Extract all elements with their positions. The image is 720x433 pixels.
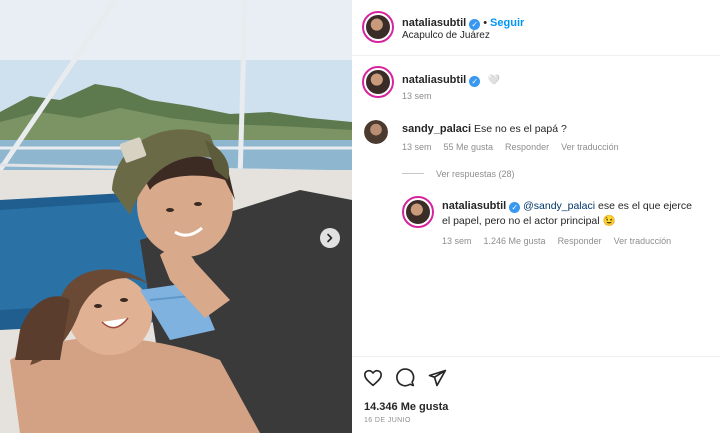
header-name-row: nataliasubtil ✓ • Seguir [402,13,524,31]
caption-avatar[interactable] [362,66,394,98]
caption-text: 🤍 [487,75,501,86]
comment-time: 13 sem [402,142,432,152]
verified-badge-icon: ✓ [469,19,481,30]
post-photo[interactable] [0,0,352,433]
reply-text-part-2: el papel, pero no el actor principal 😉 [442,215,616,227]
reply-username[interactable]: nataliasubtil [442,200,506,212]
reply-text-part-1: ese es el que ejerce [595,200,692,212]
follow-button[interactable]: Seguir [490,17,524,29]
comment-text: Ese no es el papá ? [474,123,567,135]
reply-avatar[interactable] [402,196,434,228]
reply-meta: 13 sem 1.246 Me gusta Responder Ver traducc… [442,236,683,246]
verified-badge-icon: ✓ [509,202,521,213]
comment-line: sandy_palaci Ese no es el papá ? [402,123,567,135]
caption-username[interactable]: nataliasubtil [402,74,466,86]
verified-badge-icon: ✓ [469,76,481,87]
reply-mention-link[interactable]: @sandy_palaci [523,200,595,212]
author-username[interactable]: nataliasubtil [402,17,466,29]
comment-reply-button[interactable]: Responder [505,142,549,152]
author-avatar[interactable] [362,11,394,43]
separator-dot: • [483,17,488,29]
photo-illustration [0,0,352,433]
post-date: 16 DE JUNIO [364,417,411,424]
reply-reply-button[interactable]: Responder [558,236,602,246]
comment-meta: 13 sem 55 Me gusta Responder Ver traducción [402,142,631,152]
post-location[interactable]: Acapulco de Juárez [402,30,490,41]
commenter-avatar[interactable] [364,120,388,144]
reply-text-block: nataliasubtil ✓ @sandy_palaci ese es el q… [442,199,692,229]
view-replies-button[interactable]: Ver respuestas (28) [436,169,515,179]
caption-time: 13 sem [402,91,432,101]
replies-divider [402,173,424,174]
next-photo-button[interactable] [320,228,340,248]
avatar-image [366,15,390,39]
avatar-image [366,70,390,94]
reply-line-1: nataliasubtil ✓ @sandy_palaci ese es el q… [442,199,692,214]
caption-row: nataliasubtil ✓ 🤍 [402,70,500,88]
chevron-right-icon [327,233,333,243]
post-panel: nataliasubtil ✓ • Seguir Acapulco de Juárez… [352,0,720,433]
reply-time: 13 sem [442,236,472,246]
comment-translate-button[interactable]: Ver traducción [561,142,619,152]
avatar-image [364,120,388,144]
view-replies-row[interactable]: Ver respuestas (28) [402,169,527,179]
comment-icon[interactable] [395,368,415,388]
post-likes-count[interactable]: 14.346 Me gusta [364,401,448,413]
reply-likes-link[interactable]: 1.246 Me gusta [484,236,546,246]
heart-icon[interactable] [363,369,383,387]
comment-likes-link[interactable]: 55 Me gusta [444,142,494,152]
post-header: nataliasubtil ✓ • Seguir Acapulco de Juárez [352,0,720,56]
reply-translate-button[interactable]: Ver traducción [614,236,672,246]
avatar-image [406,200,430,224]
share-icon[interactable] [427,368,447,388]
comment-username[interactable]: sandy_palaci [402,123,471,135]
